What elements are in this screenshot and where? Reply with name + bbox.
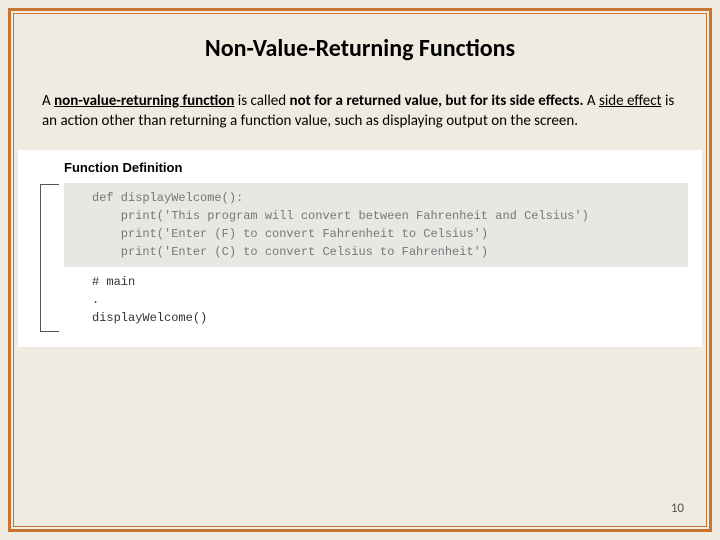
para-bold-mid: not for a returned value, but for its si… [290, 92, 584, 110]
slide-title: Non-Value-Returning Functions [42, 34, 678, 63]
figure-label: Function Definition [64, 160, 688, 175]
para-text-mid1: is called [234, 92, 289, 110]
function-definition-code: def displayWelcome(): print('This progra… [64, 183, 688, 267]
term-side-effect: side effect [599, 92, 662, 110]
para-text-pre: A [42, 92, 54, 110]
main-call-code: # main . displayWelcome() [64, 267, 688, 329]
page-number: 10 [671, 501, 684, 516]
term-nvr-function: non-value-returning function [54, 92, 234, 110]
bracket-connector [40, 184, 59, 332]
code-figure: Function Definition def displayWelcome()… [18, 150, 702, 347]
slide-inner-frame: Non-Value-Returning Functions A non-valu… [13, 13, 707, 527]
body-paragraph: A non-value-returning function is called… [42, 91, 678, 132]
para-text-mid2: A [584, 92, 599, 110]
